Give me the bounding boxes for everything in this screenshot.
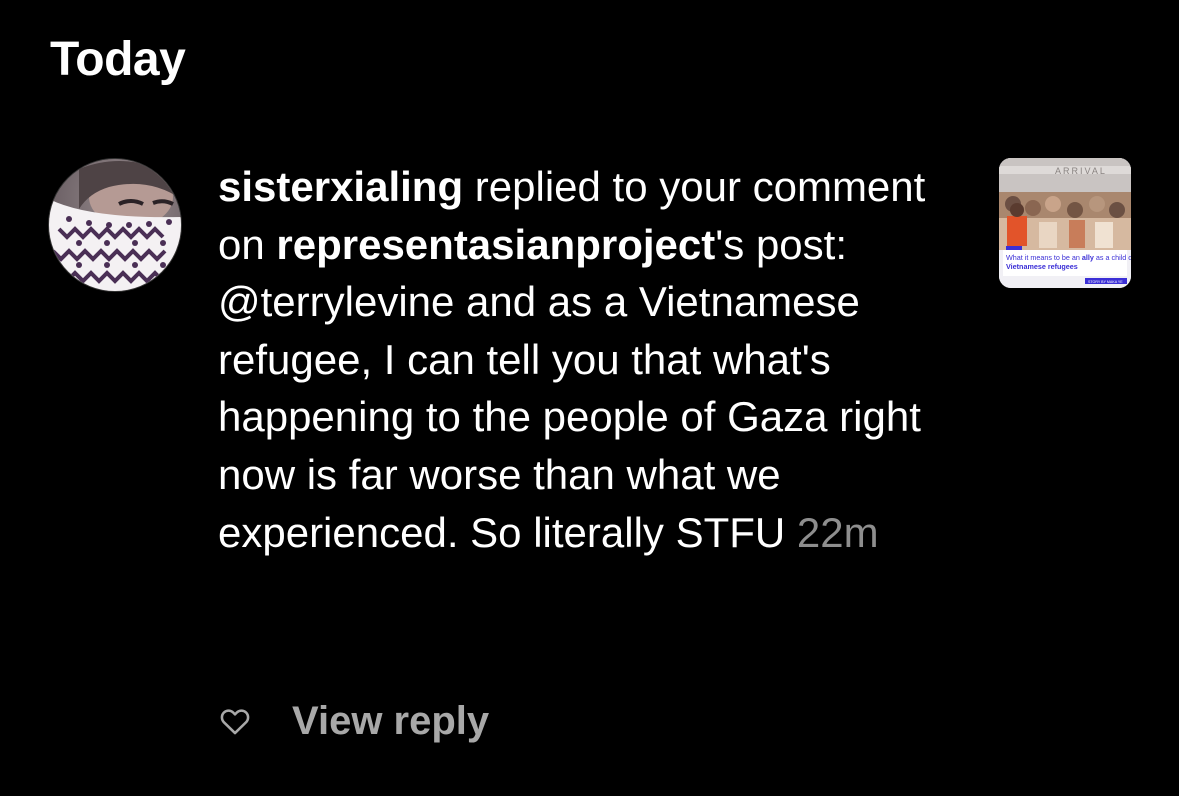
heart-outline-icon[interactable] [218,704,252,738]
user-avatar[interactable] [48,158,182,292]
thumbnail-caption-line1: What it means to be an ally as a child o… [1006,253,1131,262]
keffiyeh-profile-photo-icon [49,159,181,291]
thumbnail-caption-line2: Vietnamese refugees [1006,262,1078,271]
view-reply-button[interactable]: View reply [292,699,489,744]
post-thumbnail[interactable]: ARRIVAL What it means to be an ally as a… [999,158,1131,288]
notifications-screen: Today sisterxialing replied to your comm… [0,0,1179,796]
post-suffix: 's post: [715,220,847,268]
username-link[interactable]: sisterxialing [218,163,463,210]
thumbnail-byline: STORY BY MAKA YE [1088,280,1123,284]
banner-text: ARRIVAL [1055,166,1107,176]
timestamp: 22m [796,508,879,556]
post-owner-link[interactable]: representasianproject [276,221,715,268]
section-header-today: Today [50,33,186,86]
notification-actions: View reply [218,698,489,744]
notification-body[interactable]: sisterxialing replied to your comment on… [218,158,978,561]
post-preview-thumbnail-icon: ARRIVAL What it means to be an ally as a… [999,158,1131,288]
